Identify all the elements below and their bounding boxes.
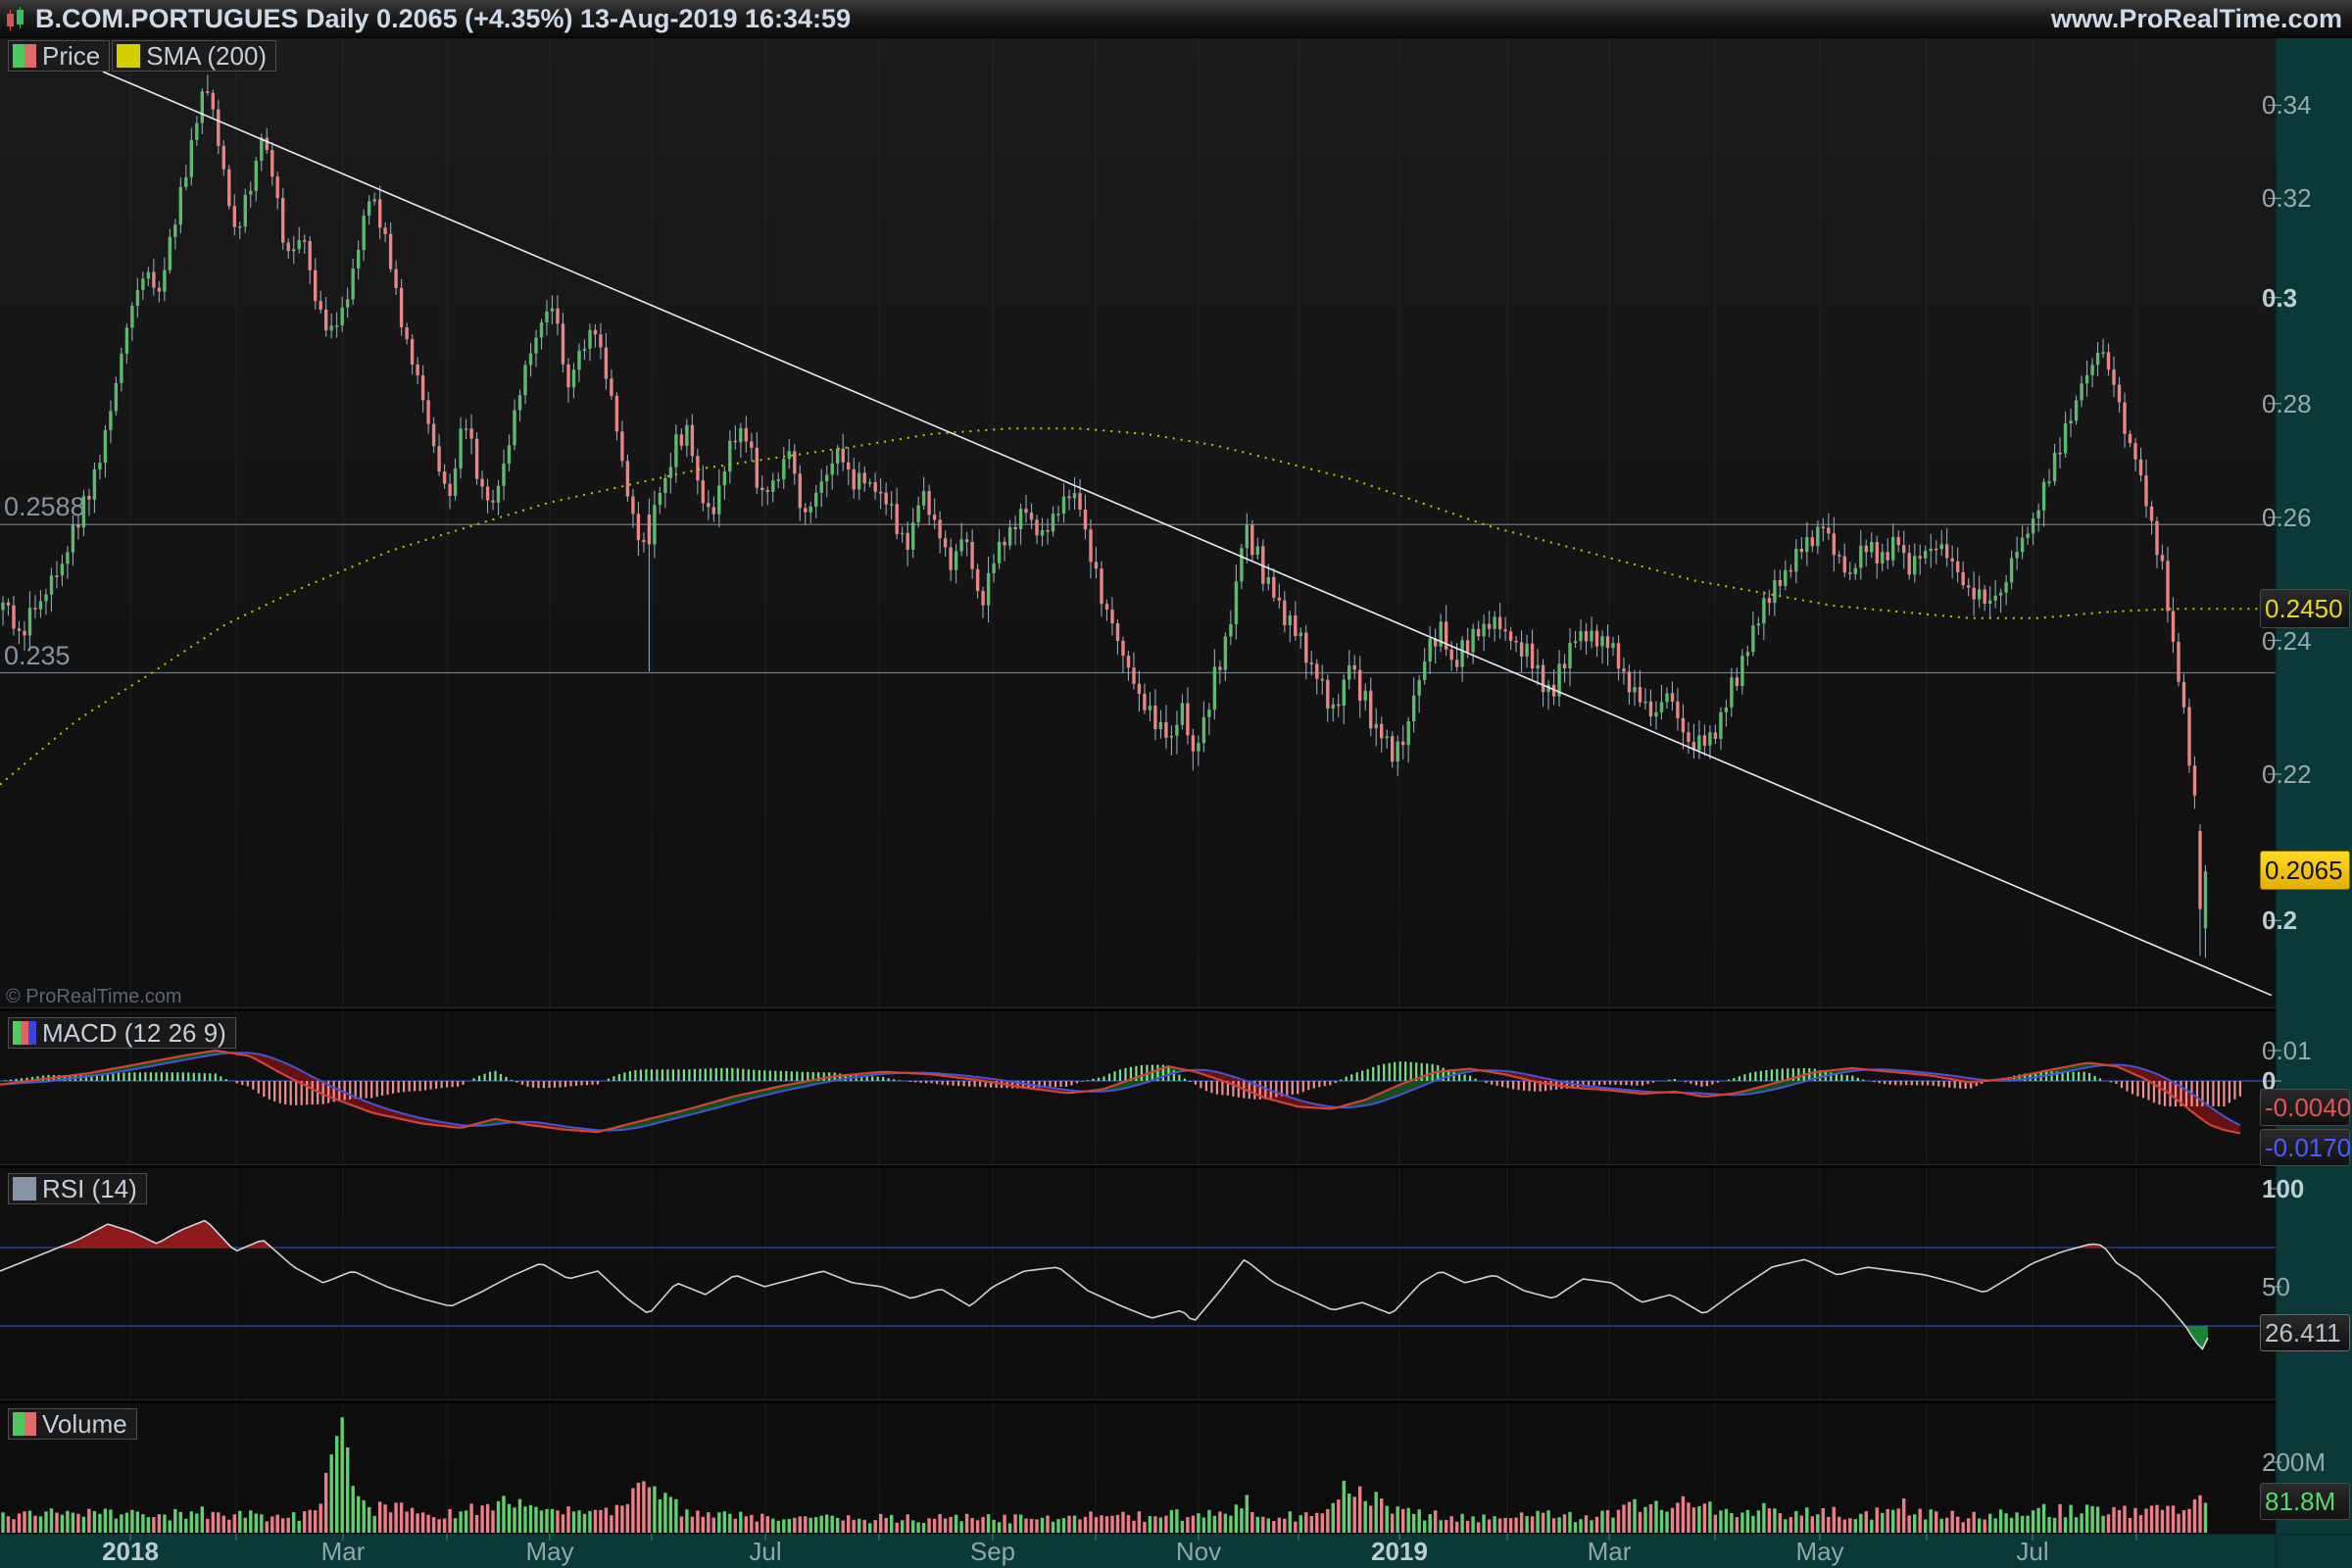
sma-legend[interactable]: SMA (200) [112, 40, 276, 72]
y-axis-label: 0.22 [2262, 759, 2348, 790]
x-axis-label: 2019 [1371, 1536, 1428, 1567]
x-axis-label: May [525, 1536, 573, 1567]
rsi-legend[interactable]: RSI (14) [8, 1173, 147, 1204]
x-axis-label: Mar [321, 1536, 366, 1567]
macd-signal-badge: -0.0170 [2260, 1129, 2350, 1166]
y-axis-label: 0.24 [2262, 625, 2348, 657]
x-axis-label: May [1795, 1536, 1843, 1567]
volume-value-badge: 81.8M [2260, 1483, 2350, 1520]
macd-legend[interactable]: MACD (12 26 9) [8, 1017, 236, 1049]
chart-canvas[interactable] [0, 0, 2352, 1568]
x-axis-label: Sep [970, 1536, 1015, 1567]
symbol-title: B.COM.PORTUGUES Daily 0.2065 (+4.35%) 13… [35, 4, 851, 34]
copyright-watermark: © ProRealTime.com [6, 986, 182, 1008]
sma-legend-label: SMA (200) [146, 41, 267, 72]
macd-value-badge: -0.0040 [2260, 1089, 2350, 1126]
y-axis-label: 0.32 [2262, 182, 2348, 214]
horizontal-level-label: 0.2588 [4, 492, 85, 522]
price-legend-label: Price [42, 41, 100, 72]
y-axis-label: 0.3 [2262, 282, 2348, 314]
horizontal-level-label: 0.235 [4, 641, 71, 671]
price-legend-row: Price SMA (200) [8, 40, 276, 72]
proraltime-chart-window: B.COM.PORTUGUES Daily 0.2065 (+4.35%) 13… [0, 0, 2352, 1568]
macd-series-icon [13, 1021, 36, 1045]
macd-legend-row: MACD (12 26 9) [8, 1017, 236, 1049]
y-axis-label: 200M [2262, 1446, 2348, 1478]
rsi-value-badge: 26.411 [2260, 1314, 2350, 1351]
x-axis-label: Jul [2016, 1536, 2048, 1567]
y-axis-label: 50 [2262, 1271, 2348, 1302]
x-axis-label: Mar [1588, 1536, 1632, 1567]
y-axis-label: 0.34 [2262, 89, 2348, 121]
y-axis-label: 100 [2262, 1173, 2348, 1204]
volume-series-icon [13, 1412, 36, 1436]
volume-legend-row: Volume [8, 1408, 137, 1440]
price-legend[interactable]: Price [8, 40, 110, 72]
rsi-legend-row: RSI (14) [8, 1173, 147, 1204]
price-series-icon [13, 44, 36, 68]
proraltime-branding: www.ProRealTime.com [2051, 4, 2342, 34]
sma-value-badge: 0.2450 [2260, 589, 2350, 628]
last-price-badge: 0.2065 [2260, 851, 2350, 890]
rsi-legend-label: RSI (14) [42, 1174, 137, 1204]
x-axis-label: Nov [1176, 1536, 1221, 1567]
rsi-series-icon [13, 1177, 36, 1200]
candlestick-icon [4, 6, 29, 31]
y-axis-label: 0.26 [2262, 502, 2348, 533]
x-axis-label: 2018 [102, 1536, 159, 1567]
x-axis-label: Jul [749, 1536, 781, 1567]
y-axis-label: 0.01 [2262, 1035, 2348, 1066]
y-axis-label: 0.2 [2262, 905, 2348, 936]
y-axis-label: 0.28 [2262, 388, 2348, 419]
volume-legend-label: Volume [42, 1409, 127, 1440]
sma-series-icon [117, 44, 140, 68]
volume-legend[interactable]: Volume [8, 1408, 137, 1440]
macd-legend-label: MACD (12 26 9) [42, 1018, 226, 1049]
title-bar: B.COM.PORTUGUES Daily 0.2065 (+4.35%) 13… [0, 0, 2352, 38]
